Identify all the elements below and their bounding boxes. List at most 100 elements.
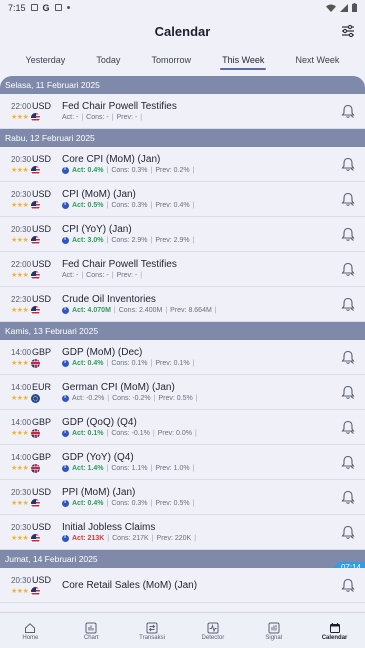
bell-icon[interactable] — [341, 192, 355, 207]
separator: | — [106, 237, 109, 244]
flag-us-icon — [31, 200, 41, 210]
separator: | — [107, 535, 110, 542]
separator: | — [194, 430, 197, 437]
separator: | — [195, 395, 198, 402]
previous-value: Prev: 1.0% — [155, 465, 190, 472]
tab-today[interactable]: Today — [94, 50, 122, 70]
filter-icon[interactable] — [341, 24, 355, 38]
event-name: GDP (YoY) (Q4) — [62, 452, 134, 463]
separator: | — [113, 307, 116, 314]
bell-icon[interactable] — [341, 350, 355, 365]
tab-this-week[interactable]: This Week — [220, 50, 267, 70]
event-row[interactable]: 22:30USD★★★Crude Oil InventoriesAct: 4.0… — [0, 287, 365, 322]
nav-chart[interactable]: Chart — [66, 621, 116, 641]
date-section-header: Kamis, 13 Februari 2025 — [0, 322, 365, 340]
calendar-list[interactable]: Selasa, 11 Februari 2025 22:00 USD ★★★ Fed C… — [0, 76, 365, 612]
event-currency: GBP — [32, 416, 52, 427]
bell-icon[interactable] — [341, 385, 355, 400]
flag-us-icon — [31, 533, 41, 543]
event-row[interactable]: 14:00GBP★★★GDP (YoY) (Q4)Act: 1.4%|Cons:… — [0, 445, 365, 480]
nav-home[interactable]: Home — [5, 621, 55, 641]
separator: | — [107, 395, 110, 402]
event-row[interactable]: 20:30 USD ★★★ Core Retail Sales (MoM) (Jan) — [0, 568, 365, 603]
impact-stars: ★★★ — [11, 114, 29, 121]
separator: | — [153, 395, 156, 402]
bell-icon[interactable] — [341, 297, 355, 312]
separator: | — [106, 360, 109, 367]
info-icon — [62, 394, 69, 402]
flag-gb-icon — [31, 428, 41, 438]
nav-detector[interactable]: Detector — [188, 621, 238, 641]
consensus-value: Cons: 0.3% — [111, 167, 148, 174]
event-meta: ★★★ — [11, 200, 51, 210]
date-section-header: Selasa, 11 Februari 2025 — [0, 76, 365, 94]
bell-icon[interactable] — [341, 420, 355, 435]
event-currency: USD — [32, 521, 52, 532]
nav-transaksi[interactable]: Transaksi — [127, 621, 177, 641]
status-bar: 7:15 G — [0, 0, 365, 15]
event-values: Act: 1.4%|Cons: 1.1%|Prev: 1.0%| — [62, 464, 365, 472]
event-meta: ★★★ — [11, 270, 51, 280]
bell-icon[interactable] — [341, 578, 355, 593]
actual-value: Act: 4.070M — [72, 307, 111, 314]
event-time-column: 20:30 USD ★★★ — [0, 154, 51, 175]
previous-value: Prev: 0.1% — [155, 360, 190, 367]
event-row[interactable]: 22:00 USD ★★★ Fed Chair Powell Testifies Act… — [0, 94, 365, 129]
event-row[interactable]: 20:30USD★★★CPI (MoM) (Jan)Act: 0.5%|Cons… — [0, 182, 365, 217]
consensus-value: Cons: - — [86, 272, 109, 279]
tab-next-week[interactable]: Next Week — [294, 50, 342, 70]
event-currency: USD — [32, 258, 52, 269]
separator: | — [192, 360, 195, 367]
event-name: PPI (MoM) (Jan) — [62, 487, 136, 498]
bell-icon[interactable] — [341, 104, 355, 119]
event-row[interactable]: 20:30USD★★★PPI (MoM) (Jan)Act: 0.4%|Cons… — [0, 480, 365, 515]
event-time-column: 20:30 USD ★★★ — [0, 522, 51, 543]
event-time: 20:30 USD — [11, 154, 51, 164]
bell-icon[interactable] — [341, 490, 355, 505]
event-row[interactable]: 20:30USD★★★Initial Jobless ClaimsAct: 21… — [0, 515, 365, 550]
event-time: 22:00 USD — [11, 101, 51, 111]
info-icon — [62, 499, 69, 507]
separator: | — [150, 237, 153, 244]
bell-icon[interactable] — [341, 227, 355, 242]
tab-tomorrow[interactable]: Tomorrow — [149, 50, 193, 70]
event-row[interactable]: 20:30USD★★★CPI (YoY) (Jan)Act: 3.0%|Cons… — [0, 217, 365, 252]
flag-gb-icon — [31, 358, 41, 368]
event-name: German CPI (MoM) (Jan) — [62, 382, 175, 393]
bell-icon[interactable] — [341, 455, 355, 470]
event-time-text: 20:30 — [11, 189, 32, 199]
event-row[interactable]: 20:30USD★★★Core CPI (MoM) (Jan)Act: 0.4%… — [0, 147, 365, 182]
separator: | — [152, 430, 155, 437]
event-currency: GBP — [32, 451, 52, 462]
event-values: Act: 3.0%|Cons: 2.9%|Prev: 2.9%| — [62, 236, 365, 244]
event-body: Initial Jobless ClaimsAct: 213K|Cons: 21… — [51, 522, 365, 542]
flag-us-icon — [31, 498, 41, 508]
bell-icon[interactable] — [341, 157, 355, 172]
bell-icon[interactable] — [341, 525, 355, 540]
tab-yesterday[interactable]: Yesterday — [24, 50, 68, 70]
nav-calendar[interactable]: Calendar — [310, 621, 360, 641]
bell-icon[interactable] — [341, 262, 355, 277]
separator: | — [140, 114, 143, 121]
consensus-value: Cons: -0.1% — [111, 430, 150, 437]
actual-value: Act: 3.0% — [72, 237, 104, 244]
event-meta: ★★★ — [11, 463, 51, 473]
separator: | — [150, 202, 153, 209]
event-time-column: 20:30 USD ★★★ — [0, 575, 51, 596]
event-row[interactable]: 14:00GBP★★★GDP (QoQ) (Q4)Act: 0.1%|Cons:… — [0, 410, 365, 445]
home-icon — [24, 621, 36, 633]
event-time-text: 14:00 — [11, 417, 32, 427]
event-row[interactable]: 14:00GBP★★★GDP (MoM) (Dec)Act: 0.4%|Cons… — [0, 340, 365, 375]
event-time: 20:30 USD — [11, 575, 51, 585]
event-row[interactable]: 22:00 USD ★★★ Fed Chair Powell Testifies Act… — [0, 252, 365, 287]
event-row[interactable]: 14:00EUR★★★German CPI (MoM) (Jan)Act: -0… — [0, 375, 365, 410]
separator: | — [111, 114, 114, 121]
nav-signal[interactable]: Signal — [249, 621, 299, 641]
event-name: Core Retail Sales (MoM) (Jan) — [62, 579, 198, 591]
event-time: 22:00 USD — [11, 259, 51, 269]
consensus-value: Cons: 0.3% — [111, 500, 148, 507]
separator: | — [140, 272, 143, 279]
event-body: Fed Chair Powell Testifies Act: - | Cons: -… — [51, 101, 365, 121]
wifi-icon — [326, 4, 336, 12]
event-meta: ★★★ — [11, 393, 51, 403]
